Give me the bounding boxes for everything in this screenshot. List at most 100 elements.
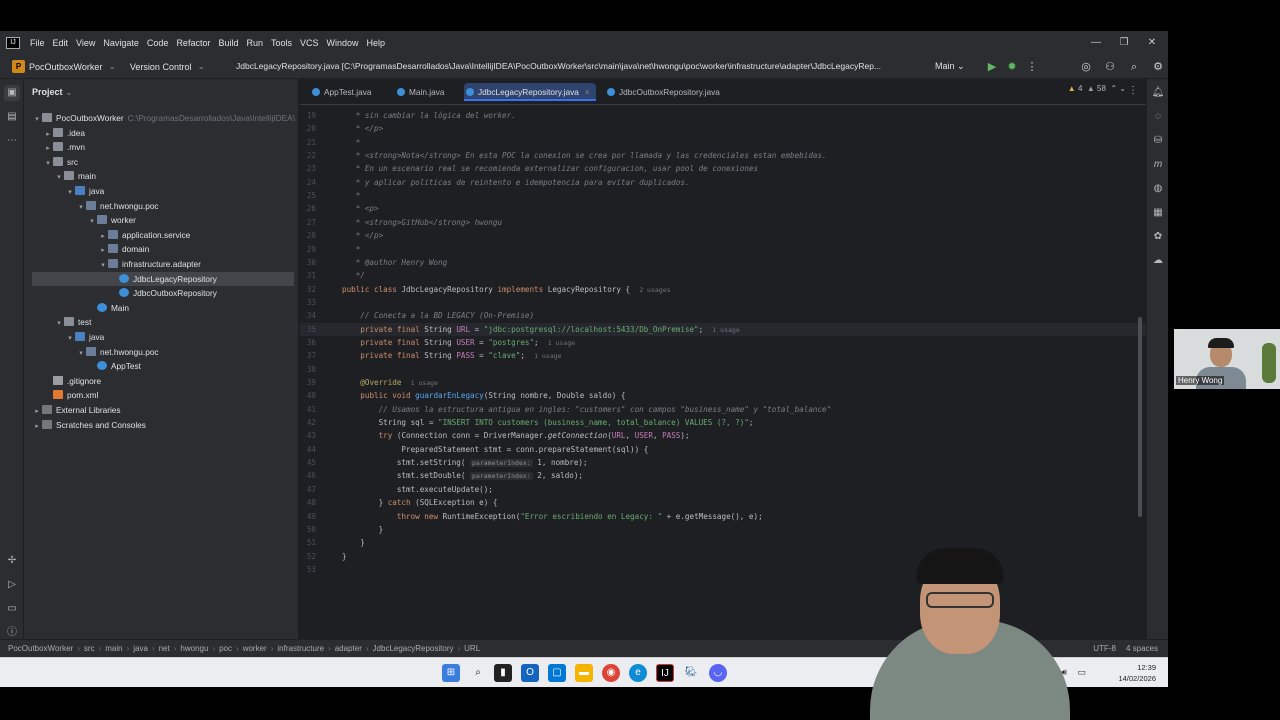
more-tools-icon[interactable]: ⋯ (4, 133, 20, 149)
tree-item[interactable]: ▾ PocOutboxWorker C:\ProgramasDesarrollado… (32, 111, 295, 125)
menu-navigate[interactable]: Navigate (103, 38, 139, 48)
project-panel-title[interactable]: Project (32, 87, 63, 97)
pgadmin-icon[interactable]: 🐘︎ (682, 664, 700, 682)
code-line[interactable]: 35 private final String URL = "jdbc:post… (300, 322, 1146, 336)
web-icon[interactable]: ◍ (1150, 181, 1166, 197)
database-icon[interactable]: ⛁ (1150, 133, 1166, 149)
tree-item[interactable]: ▾ net.hwongu.poc (32, 199, 294, 213)
menu-tools[interactable]: Tools (271, 38, 292, 48)
menu-code[interactable]: Code (147, 38, 169, 48)
gear-icon[interactable]: ⚙ (1150, 59, 1166, 75)
intellij-taskbar-icon[interactable]: IJ (656, 664, 674, 682)
tree-item[interactable]: ▸ .idea (32, 126, 294, 140)
add-user-icon[interactable]: ⚇ (1102, 59, 1118, 75)
ai-assistant-icon[interactable]: ◎ (1078, 59, 1094, 75)
breadcrumb-item[interactable]: net (159, 644, 170, 653)
outlook-icon[interactable]: O (521, 664, 539, 682)
tab-jdbcoutboxrepository[interactable]: JdbcOutboxRepository.java (605, 79, 720, 105)
menu-view[interactable]: View (76, 38, 95, 48)
chevron-right-icon[interactable]: ▸ (32, 420, 42, 434)
code-line[interactable]: 30 * @author Henry Wong (300, 256, 1146, 269)
code-line[interactable]: 25 * (300, 189, 1146, 202)
code-line[interactable]: 39 @Override 1 usage (300, 376, 1146, 389)
code-line[interactable]: 33 (300, 296, 1146, 309)
menu-file[interactable]: File (30, 38, 45, 48)
code-line[interactable]: 21 * (300, 136, 1146, 149)
menu-vcs[interactable]: VCS (300, 38, 319, 48)
discord-icon[interactable]: ◡ (709, 664, 727, 682)
code-line[interactable]: 42 String sql = "INSERT INTO customers (… (300, 416, 1146, 429)
tree-item[interactable]: ▸ domain (32, 242, 294, 256)
project-folder-icon[interactable]: ▣ (4, 85, 20, 101)
tree-item[interactable]: ▸ Scratches and Consoles (32, 418, 294, 432)
menu-edit[interactable]: Edit (53, 38, 69, 48)
code-line[interactable]: 36 private final String USER = "postgres… (300, 336, 1146, 349)
tree-item[interactable]: ▸ External Libraries (32, 403, 294, 417)
plugin-icon[interactable]: ✿ (1150, 229, 1166, 245)
tab-options-icon[interactable]: ⋮ (1128, 85, 1138, 96)
breadcrumb-item[interactable]: JdbcLegacyRepository (373, 644, 454, 653)
structure-icon[interactable]: ▤ (4, 109, 20, 125)
code-line[interactable]: 22 * <strong>Nota</strong> En esta POC l… (300, 149, 1146, 162)
code-line[interactable]: 32 public class JdbcLegacyRepository impl… (300, 283, 1146, 296)
menu-window[interactable]: Window (327, 38, 359, 48)
tree-item[interactable]: AppTest (32, 359, 294, 373)
code-line[interactable]: 49 throw new RuntimeException("Error esc… (300, 510, 1146, 523)
indent-indicator[interactable]: 4 spaces (1126, 644, 1158, 653)
tree-item[interactable]: ▾ infrastructure.adapter (32, 257, 294, 271)
debug-icon[interactable]: ✹ (1004, 59, 1020, 75)
tree-item[interactable]: ▾ java (32, 330, 294, 344)
code-line[interactable]: 24 * y aplicar politicas de reintento e … (300, 176, 1146, 189)
version-control-selector[interactable]: Version Control (130, 62, 192, 72)
menu-build[interactable]: Build (218, 38, 238, 48)
tab-apptest[interactable]: AppTest.java (310, 79, 372, 105)
tree-item[interactable]: ▸ .mvn (32, 140, 294, 154)
breadcrumb-item[interactable]: URL (464, 644, 480, 653)
cloud-icon[interactable]: ☁ (1150, 253, 1166, 269)
tree-item[interactable]: ▸ application.service (32, 228, 294, 242)
breadcrumb-item[interactable]: PocOutboxWorker (8, 644, 73, 653)
code-line[interactable]: 19 * sin cambiar la lógica del worker. (300, 109, 1146, 122)
code-line[interactable]: 23 * En un escenario real se recomienda … (300, 162, 1146, 175)
tab-jdbclegacyrepository[interactable]: JdbcLegacyRepository.java × (464, 83, 596, 101)
tab-main[interactable]: Main.java (395, 79, 445, 105)
tree-item[interactable]: JdbcLegacyRepository (32, 271, 294, 286)
breadcrumb-item[interactable]: src (84, 644, 95, 653)
code-line[interactable]: 28 * </p> (300, 229, 1146, 242)
menu-run[interactable]: Run (246, 38, 263, 48)
breadcrumb-item[interactable]: poc (219, 644, 232, 653)
tree-item[interactable]: JdbcOutboxRepository (32, 286, 294, 300)
task-view-icon[interactable]: ▮ (494, 664, 512, 682)
ai-chat-icon[interactable]: ◌ (1150, 109, 1166, 125)
breadcrumb-item[interactable]: hwongu (180, 644, 208, 653)
run-tool-icon[interactable]: ▷ (4, 577, 20, 593)
run-config-selector[interactable]: Main ⌄ (935, 61, 965, 72)
tree-item[interactable]: ▾ main (32, 169, 294, 183)
code-line[interactable]: 38 (300, 363, 1146, 376)
tree-item[interactable]: .gitignore (32, 374, 294, 388)
breadcrumb-item[interactable]: java (133, 644, 148, 653)
code-line[interactable]: 27 * <strong>GitHub</strong> hwongu (300, 216, 1146, 229)
edge-icon[interactable]: e (629, 664, 647, 682)
tree-item[interactable]: ▾ java (32, 184, 294, 198)
notifications-icon[interactable]: 🔔︎ (1150, 85, 1166, 101)
services-icon[interactable]: ✢ (4, 553, 20, 569)
file-explorer-icon[interactable]: ▬ (575, 664, 593, 682)
code-line[interactable]: 29 * (300, 243, 1146, 256)
code-line[interactable]: 48 } catch (SQLException e) { (300, 496, 1146, 509)
code-line[interactable]: 40 public void guardarEnLegacy(String no… (300, 389, 1146, 402)
code-line[interactable]: 45 stmt.setString( parameterIndex: 1, no… (300, 456, 1146, 469)
code-line[interactable]: 31 */ (300, 269, 1146, 282)
run-icon[interactable]: ▶ (984, 59, 1000, 75)
code-line[interactable]: 43 try (Connection conn = DriverManager.… (300, 429, 1146, 442)
tree-item[interactable]: Main (32, 301, 294, 315)
close-window-icon[interactable]: ✕ (1138, 31, 1166, 55)
maven-icon[interactable]: m (1150, 157, 1166, 173)
chevron-down-icon[interactable]: ⌄ (108, 61, 116, 72)
tree-item[interactable]: ▾ net.hwongu.poc (32, 345, 294, 359)
breadcrumb-item[interactable]: main (105, 644, 122, 653)
chevron-down-icon[interactable]: ⌄ (65, 87, 73, 97)
project-selector[interactable]: PocOutboxWorker (29, 62, 102, 72)
search-icon[interactable]: ⌕ (1126, 59, 1142, 75)
coverage-icon[interactable]: ▦ (1150, 205, 1166, 221)
